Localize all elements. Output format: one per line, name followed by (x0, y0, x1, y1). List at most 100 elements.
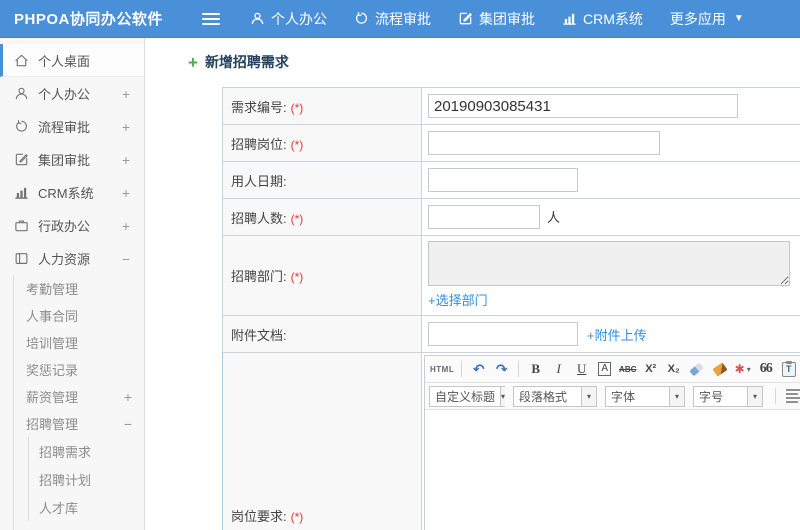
position-input[interactable] (428, 131, 660, 155)
form-row-hire-date: 用人日期: (222, 161, 800, 199)
field-label-cell: 招聘岗位: (*) (222, 124, 422, 162)
select-value: 字号 (699, 389, 724, 404)
select-value: 字体 (611, 389, 636, 404)
nav-more-apps[interactable]: 更多应用 ▼ (670, 9, 744, 29)
toolbar-separator (775, 388, 776, 404)
field-label-cell: 用人日期: (222, 161, 422, 199)
paste-text-button[interactable]: T (778, 359, 799, 379)
hire-date-input[interactable] (428, 168, 578, 192)
select-department-link[interactable]: +选择部门 (428, 290, 488, 309)
autotypeset-button[interactable]: ✱ ▾ (732, 359, 753, 379)
editor-content-area[interactable] (425, 410, 800, 530)
nav-crm-system[interactable]: CRM系统 (562, 9, 643, 29)
nav-label: 个人办公 (271, 10, 327, 27)
paragraph-format-select[interactable]: 段落格式 ▾ (513, 385, 597, 407)
app-header: PHPOA协同办公软件 个人办公 流程审批 集团审批 CRM系统 更多应用 ▼ (0, 0, 800, 38)
sidebar-item-training[interactable]: 培训管理 (14, 329, 144, 356)
flow-icon (14, 119, 29, 134)
sidebar-item-crm[interactable]: CRM系统 + (0, 176, 144, 209)
required-marker: (*) (290, 510, 304, 524)
sidebar-item-talent-pool[interactable]: 人才库 (29, 493, 144, 521)
nav-personal-office[interactable]: 个人办公 (250, 9, 327, 29)
hr-submenu: 考勤管理 人事合同 培训管理 奖惩记录 薪资管理 + 招聘管理 − 招聘需求 招… (13, 275, 144, 530)
attachment-input[interactable] (428, 322, 578, 346)
bold-button[interactable]: B (525, 359, 546, 379)
expand-icon[interactable]: + (124, 389, 132, 405)
sidebar-item-label: 人事合同 (26, 309, 79, 324)
sidebar-item-recruitment[interactable]: 招聘管理 − (14, 410, 144, 437)
sidebar-item-hr-contract[interactable]: 人事合同 (14, 302, 144, 329)
sidebar-item-salary[interactable]: 薪资管理 + (14, 383, 144, 410)
font-size-select[interactable]: 字号 ▾ (693, 385, 763, 407)
edit-icon (14, 152, 29, 167)
superscript-button[interactable]: X² (640, 359, 661, 379)
required-marker: (*) (290, 211, 304, 226)
main-content: + 新增招聘需求 需求编号:(*) 招聘岗位:(*) (145, 38, 800, 530)
caret-down-icon: ▾ (746, 364, 751, 374)
nav-process-approval[interactable]: 流程审批 (354, 9, 431, 29)
expand-icon[interactable]: + (122, 185, 130, 201)
nav-label: CRM系统 (583, 10, 643, 27)
undo-button[interactable]: ↶ (468, 359, 489, 379)
editor-toolbar-row-1: HTML ↶ ↷ B I U A ABC X² X₂ ✱ ▾ 66 T (425, 356, 800, 383)
expand-icon[interactable]: + (122, 86, 130, 102)
collapse-icon[interactable]: − (124, 416, 132, 432)
menu-toggle-icon[interactable] (202, 12, 220, 25)
sidebar-item-admin-office[interactable]: 行政办公 + (0, 209, 144, 242)
user-icon (250, 11, 265, 26)
field-label-cell: 需求编号: (*) (222, 87, 422, 125)
chart-icon (14, 185, 29, 200)
sidebar-item-hr[interactable]: 人力资源 − (0, 242, 144, 275)
upload-attachment-link[interactable]: +附件上传 (587, 325, 647, 344)
custom-title-select[interactable]: 自定义标题 ▾ (429, 385, 506, 407)
caret-down-icon: ▾ (747, 386, 762, 406)
align-left-button[interactable] (782, 386, 800, 406)
form-row-attachment: 附件文档: +附件上传 (222, 315, 800, 353)
sidebar-item-label: CRM系统 (38, 186, 94, 201)
caret-down-icon: ▾ (500, 386, 506, 406)
html-source-button[interactable]: HTML (429, 359, 455, 379)
sidebar-item-process-approval[interactable]: 流程审批 + (0, 110, 144, 143)
underline-button[interactable]: U (571, 359, 592, 379)
sidebar: 个人桌面 个人办公 + 流程审批 + 集团审批 + CRM系统 + 行政办公 + (0, 38, 145, 530)
sidebar-item-group-approval[interactable]: 集团审批 + (0, 143, 144, 176)
department-textarea[interactable] (428, 241, 790, 286)
expand-icon[interactable]: + (122, 119, 130, 135)
required-marker: (*) (290, 270, 304, 284)
field-label: 需求编号: (231, 99, 287, 115)
recruitment-form: 需求编号:(*) 招聘岗位:(*) 用人日期: (222, 87, 800, 530)
headcount-input[interactable] (428, 205, 540, 229)
demand-no-input[interactable] (428, 94, 738, 118)
blockquote-button[interactable]: 66 (755, 359, 776, 379)
redo-button[interactable]: ↷ (491, 359, 512, 379)
align-left-icon (786, 389, 800, 403)
font-border-button[interactable]: A (594, 359, 615, 379)
italic-button[interactable]: I (548, 359, 569, 379)
sidebar-item-personal-office[interactable]: 个人办公 + (0, 77, 144, 110)
sidebar-item-personal-desktop[interactable]: 个人桌面 (0, 44, 144, 77)
caret-down-icon: ▼ (733, 13, 744, 24)
sidebar-item-label: 人力资源 (38, 252, 91, 267)
top-navigation: 个人办公 流程审批 集团审批 CRM系统 更多应用 ▼ (250, 9, 744, 29)
required-marker: (*) (290, 100, 304, 115)
app-logo: PHPOA协同办公软件 (14, 11, 163, 28)
font-family-select[interactable]: 字体 ▾ (605, 385, 685, 407)
brush-icon (712, 361, 728, 377)
sidebar-item-rewards[interactable]: 奖惩记录 (14, 356, 144, 383)
autotypeset-icon: ✱ (734, 362, 745, 376)
field-label-cell: 招聘部门: (*) (222, 235, 422, 316)
sidebar-item-attendance[interactable]: 考勤管理 (14, 275, 144, 302)
nav-group-approval[interactable]: 集团审批 (458, 9, 535, 29)
strikethrough-button[interactable]: ABC (617, 359, 638, 379)
eraser-button[interactable] (686, 359, 707, 379)
expand-icon[interactable]: + (122, 152, 130, 168)
format-brush-button[interactable] (709, 359, 730, 379)
collapse-icon[interactable]: − (122, 251, 130, 267)
add-icon: + (188, 52, 198, 72)
sidebar-item-recruit-plan[interactable]: 招聘计划 (29, 465, 144, 493)
expand-icon[interactable]: + (122, 218, 130, 234)
sidebar-item-label: 个人办公 (38, 87, 91, 102)
subscript-button[interactable]: X₂ (663, 359, 684, 379)
headcount-unit: 人 (547, 209, 561, 225)
sidebar-item-recruit-demand[interactable]: 招聘需求 (29, 437, 144, 465)
